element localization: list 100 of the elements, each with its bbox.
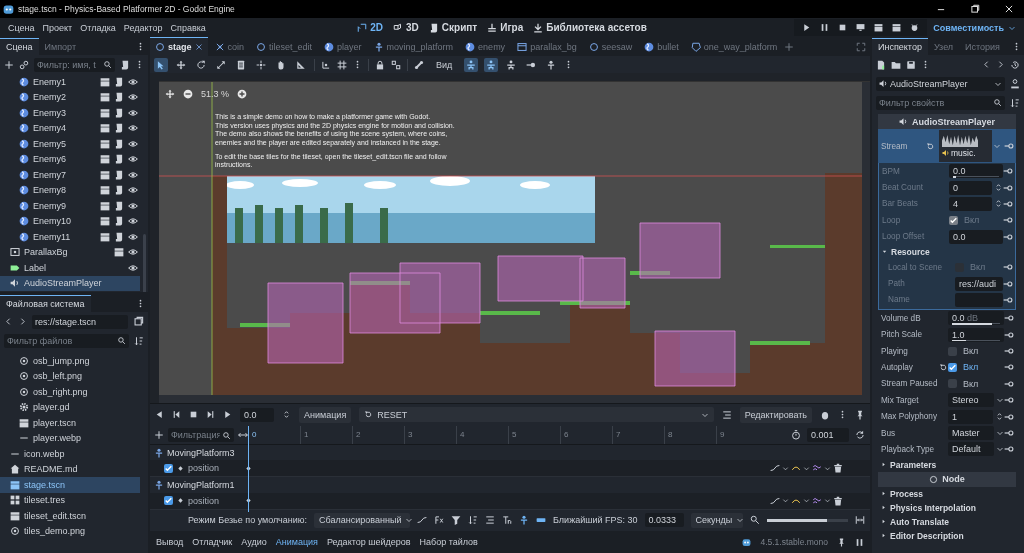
path-field[interactable]: res://stage.tscn	[32, 314, 128, 329]
text-field[interactable]: 0.0	[949, 229, 1003, 244]
editor-tab[interactable]: moving_platform	[368, 37, 459, 56]
dock-tab[interactable]: Инспектор	[872, 38, 928, 55]
file-item[interactable]: tileset.tres	[0, 492, 140, 508]
track-property[interactable]: position	[188, 463, 220, 474]
panel-tab[interactable]: Набор тайлов	[419, 537, 478, 548]
value-slider[interactable]: 1.0	[948, 327, 1004, 342]
workspace-button[interactable]: 2D	[352, 22, 389, 33]
tree-item[interactable]: Label	[0, 260, 140, 276]
section-header[interactable]: Physics Interpolation	[878, 500, 1016, 515]
panel-tab[interactable]: Вывод	[156, 537, 184, 548]
filter-field[interactable]: Фильтр файлов	[4, 333, 129, 348]
units-dropdown[interactable]: Секунды	[690, 512, 743, 528]
menu-item[interactable]: Справка	[166, 22, 210, 33]
track-node[interactable]: MovingPlatform3	[150, 447, 248, 458]
section-header[interactable]: Process	[878, 486, 1016, 501]
checkbox-label: Вкл	[970, 262, 986, 273]
value-slider[interactable]: 0.0 dB	[948, 311, 1004, 326]
tree-item[interactable]: Enemy3	[0, 105, 140, 121]
file-item[interactable]: osb_jump.png	[0, 353, 140, 369]
animation-button[interactable]: Анимация	[299, 406, 352, 423]
menu-item[interactable]: Отладка	[76, 22, 120, 33]
tree-item[interactable]: Enemy11	[0, 229, 140, 245]
value-slider[interactable]: 0.0	[949, 164, 1003, 179]
filter-field[interactable]: Фильтр свойств	[876, 95, 1005, 110]
menu-item[interactable]: Проект	[38, 22, 77, 33]
workspace-button[interactable]: Библиотека ассетов	[528, 22, 652, 33]
editor-tab[interactable]: parallax_bg	[512, 37, 582, 56]
file-item[interactable]: player.webp	[0, 430, 140, 446]
filter-field[interactable]: Фильтрация	[168, 427, 234, 442]
editor-tab[interactable]: player	[319, 37, 367, 56]
panel-tab[interactable]: Редактор шейдеров	[326, 537, 411, 548]
dropdown[interactable]: Default	[948, 442, 994, 457]
class-header: AudioStreamPlayer	[878, 114, 1016, 129]
tree-item[interactable]: Enemy6	[0, 151, 140, 167]
tree-item[interactable]: Enemy10	[0, 213, 140, 229]
number-field[interactable]: 1	[948, 409, 993, 424]
file-item[interactable]: player.gd	[0, 399, 140, 415]
file-item[interactable]: icon.webp	[0, 446, 140, 462]
tree-item[interactable]: AudioStreamPlayer	[0, 275, 140, 291]
node-dropdown[interactable]: AudioStreamPlayer	[876, 76, 1005, 91]
tree-item[interactable]: Enemy4	[0, 120, 140, 136]
step-field[interactable]: 0.001	[807, 427, 849, 442]
property-label: Path	[888, 279, 906, 289]
file-item[interactable]: stage.tscn	[0, 477, 140, 493]
dock-tab[interactable]: История	[959, 39, 1006, 55]
snap-field[interactable]: 0.0333	[644, 513, 684, 528]
panel-tab[interactable]: Анимация	[275, 537, 318, 548]
editor-tab[interactable]: one_way_platform	[685, 37, 783, 56]
tree-item[interactable]: Enemy2	[0, 89, 140, 105]
resource-picker[interactable]: music.	[939, 130, 992, 162]
workspace-button[interactable]: 3D	[388, 22, 424, 33]
editor-tab[interactable]: tileset_edit	[251, 37, 318, 56]
property-label: Name	[888, 295, 911, 305]
track-property[interactable]: position	[188, 495, 220, 506]
menu-item[interactable]: Сцена	[4, 22, 39, 33]
filter-field[interactable]: Фильтр: имя, t	[34, 57, 115, 72]
dock-tab[interactable]: Узел	[927, 39, 960, 55]
tree-item[interactable]: Enemy9	[0, 198, 140, 214]
dock-tab[interactable]: Сцена	[0, 38, 39, 55]
tree-item[interactable]: Enemy5	[0, 136, 140, 152]
dock-tab[interactable]: Импорт	[38, 39, 82, 55]
editor-tab[interactable]: bullet	[639, 37, 684, 56]
section-header[interactable]: Resource	[879, 244, 1015, 259]
section-header[interactable]: Auto Translate	[878, 514, 1016, 529]
time-field[interactable]: 0.0	[240, 407, 274, 422]
tree-item[interactable]: Enemy1	[0, 74, 140, 90]
number-field[interactable]: 4	[949, 196, 992, 211]
renderer-dropdown[interactable]: Совместимость	[933, 22, 1020, 33]
editor-tab[interactable]: stage	[150, 37, 208, 56]
view-menu[interactable]: Вид	[430, 59, 459, 70]
panel-tab[interactable]: Аудио	[241, 537, 267, 548]
zoom-level[interactable]: 51.3 %	[201, 89, 230, 100]
tree-item[interactable]: Enemy7	[0, 167, 140, 183]
menu-item[interactable]: Редактор	[119, 22, 167, 33]
bezier-dropdown[interactable]: Сбалансированный	[314, 512, 411, 528]
track-node[interactable]: MovingPlatform1	[150, 480, 248, 490]
section-header[interactable]: Editor Description	[878, 528, 1016, 543]
tree-item[interactable]: Enemy8	[0, 182, 140, 198]
workspace-button[interactable]: Игра	[482, 22, 529, 33]
edit-button[interactable]: Редактировать	[739, 406, 812, 423]
workspace-button[interactable]: Скрипт	[423, 22, 483, 33]
editor-tab[interactable]: enemy	[460, 37, 511, 56]
dropdown[interactable]: Master	[948, 426, 994, 441]
file-item[interactable]: tileset_edit.tscn	[0, 508, 140, 524]
editor-tab[interactable]: coin	[209, 37, 250, 56]
dropdown[interactable]: Stereo	[948, 393, 994, 408]
animation-dropdown[interactable]: RESET	[359, 407, 714, 423]
panel-tab[interactable]: Отладчик	[192, 537, 233, 548]
file-item[interactable]: tiles_demo.png	[0, 523, 140, 539]
file-item[interactable]: player.tscn	[0, 415, 140, 431]
number-field[interactable]: 0	[949, 180, 992, 195]
editor-tab[interactable]: seesaw	[583, 37, 638, 56]
file-item[interactable]: osb_left.png	[0, 368, 140, 384]
tree-item[interactable]: ParallaxBg	[0, 244, 140, 260]
section-header[interactable]: Parameters	[878, 457, 1016, 472]
file-item[interactable]: osb_right.png	[0, 384, 140, 400]
file-item[interactable]: README.md	[0, 461, 140, 477]
text-field[interactable]: res://audi	[955, 276, 1003, 291]
